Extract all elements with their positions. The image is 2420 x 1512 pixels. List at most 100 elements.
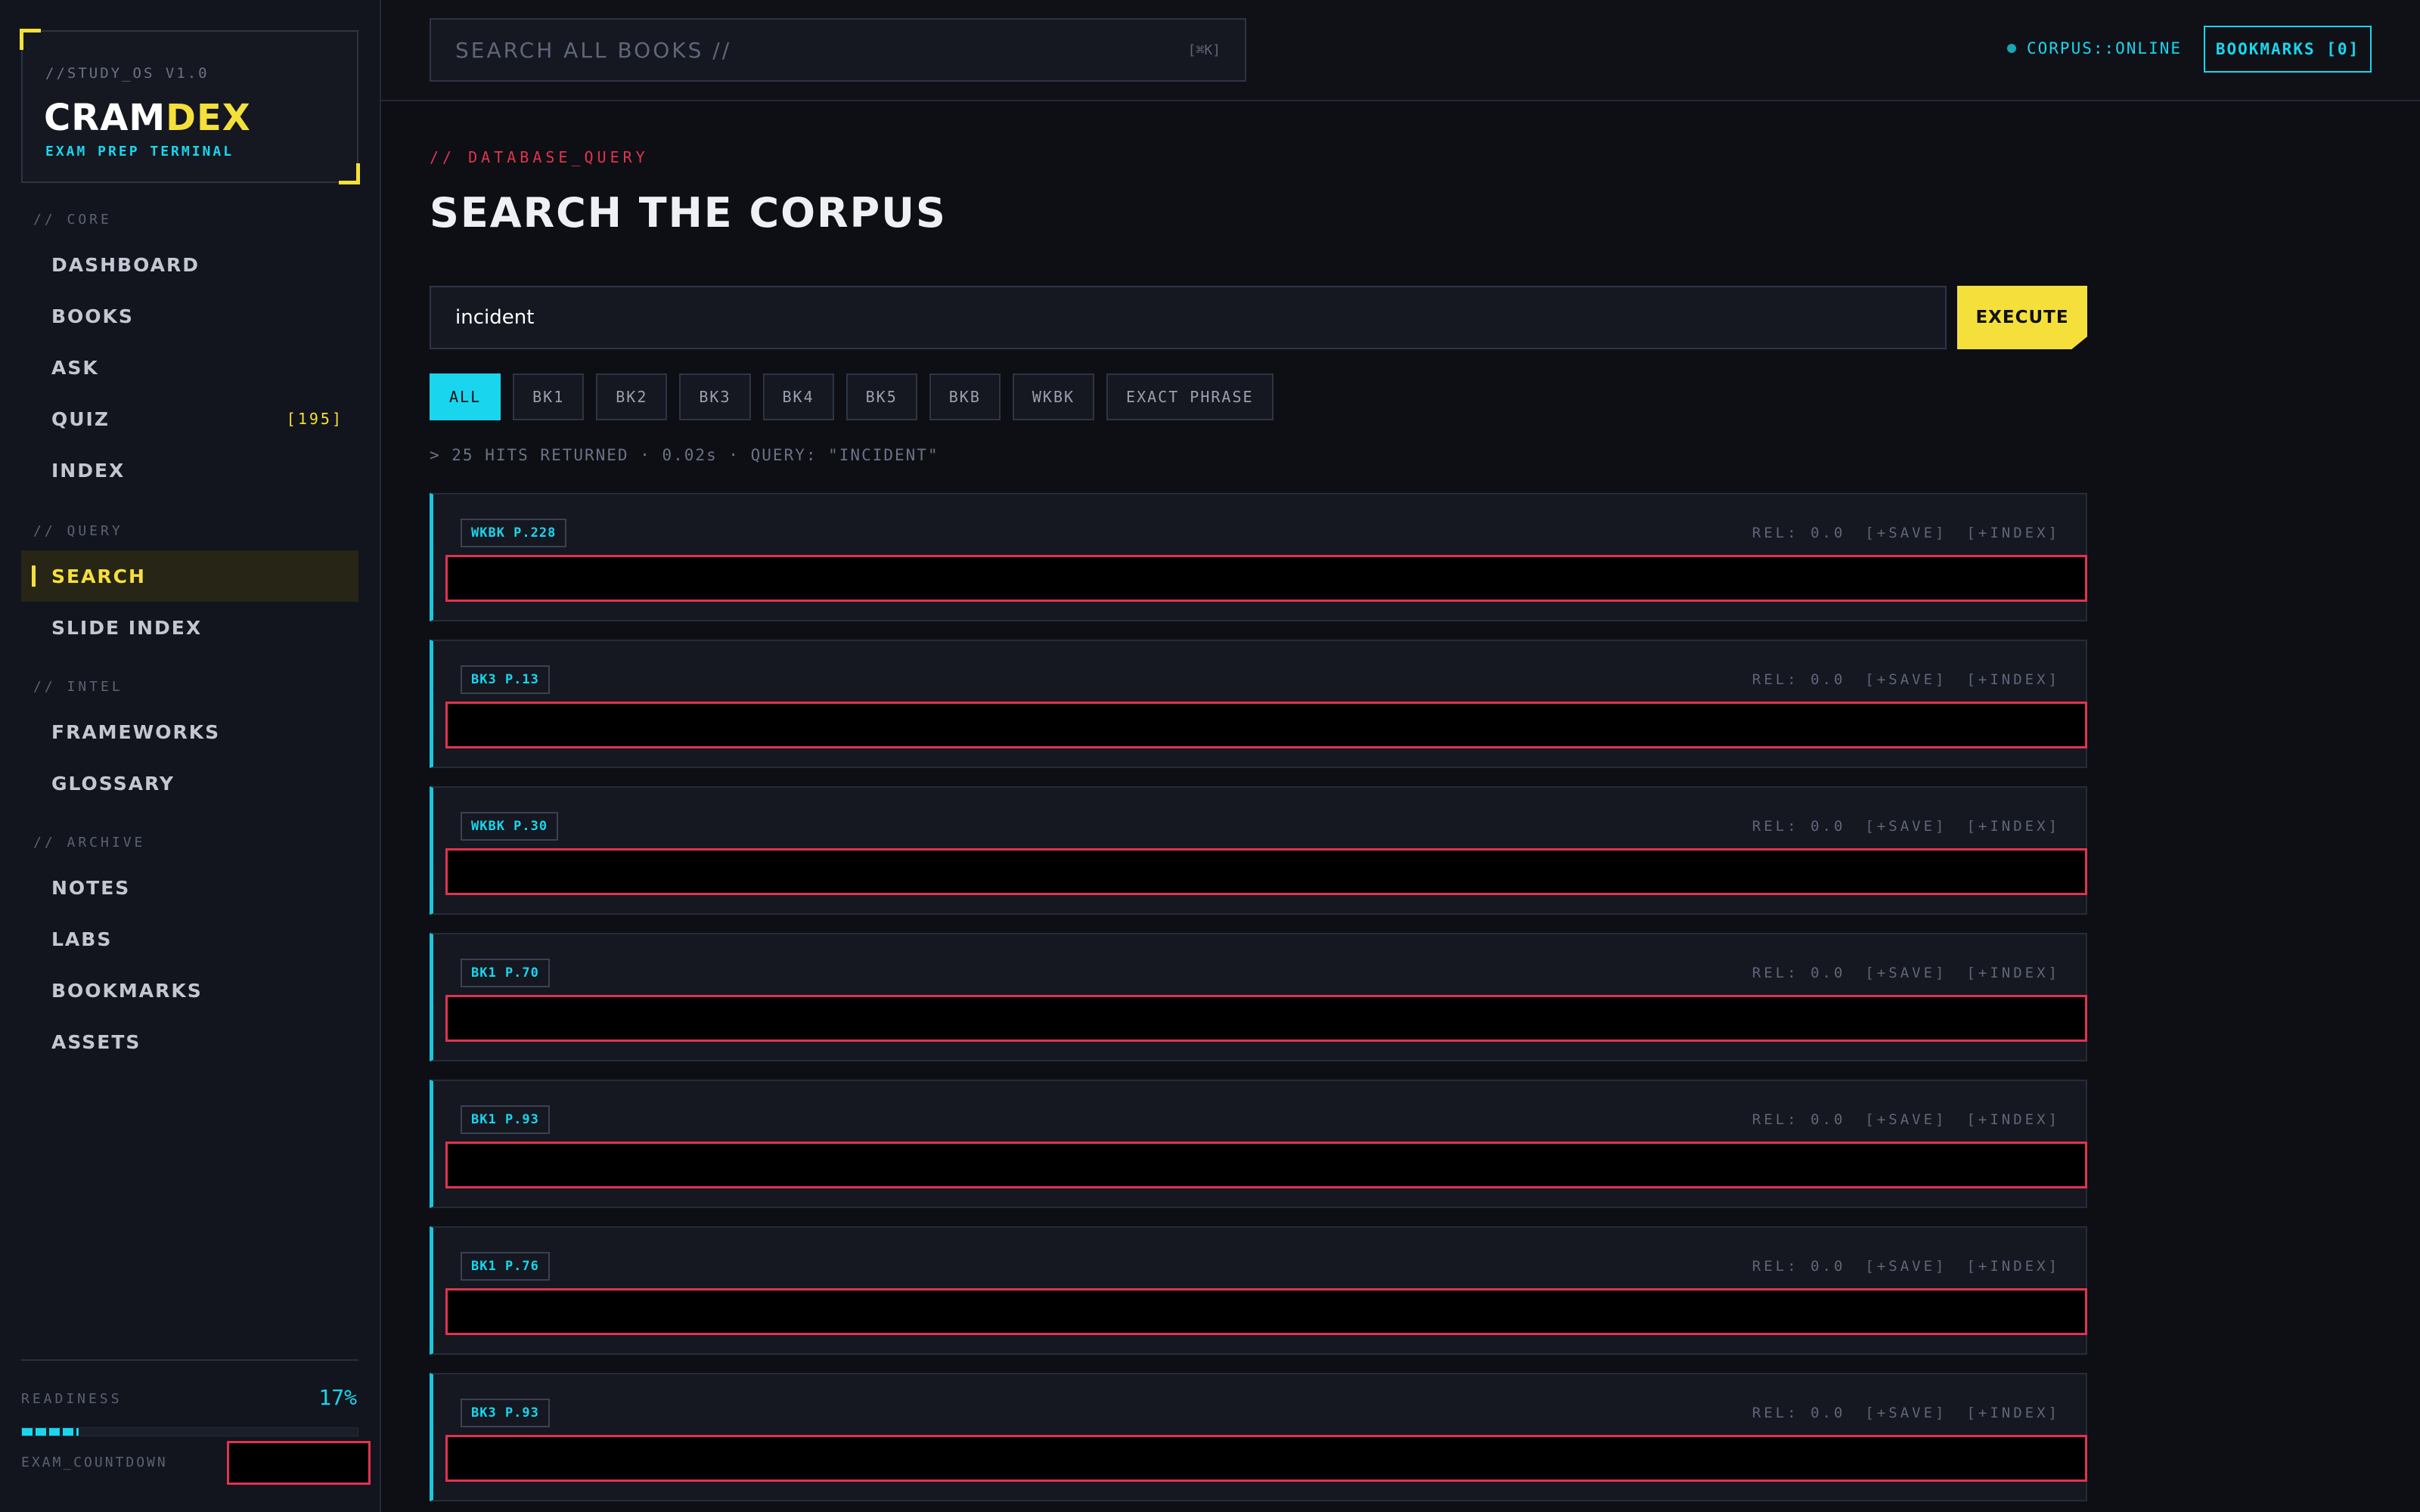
sidebar-item-quiz[interactable]: QUIZ [195] xyxy=(21,393,358,445)
readiness-progress-bar xyxy=(21,1427,358,1436)
index-result-button[interactable]: [+INDEX] xyxy=(1966,965,2060,981)
nav-section-core: // CORE xyxy=(33,212,112,228)
sidebar-item-label: INDEX xyxy=(51,459,126,482)
result-snippet-redacted xyxy=(445,1142,2087,1188)
result-snippet-redacted xyxy=(445,1288,2087,1335)
result-source-tag[interactable]: BK3 P.13 xyxy=(461,665,550,694)
sidebar-item-label: ASSETS xyxy=(51,1030,141,1053)
save-result-button[interactable]: [+SAVE] xyxy=(1865,818,1947,835)
nav-section-archive: // ARCHIVE xyxy=(33,835,146,850)
query-input[interactable]: incident xyxy=(430,286,1947,349)
sidebar: //STUDY_OS V1.0 CRAMDEX EXAM PREP TERMIN… xyxy=(0,0,381,1512)
nav-section-query: // QUERY xyxy=(33,523,123,539)
result-actions: REL: 0.0 [+SAVE] [+INDEX] xyxy=(1752,671,2060,688)
sidebar-item-label: LABS xyxy=(51,928,113,950)
result-relevance: REL: 0.0 xyxy=(1751,1405,1846,1421)
readiness-value: 17% xyxy=(318,1385,357,1410)
result-source-tag[interactable]: BK1 P.70 xyxy=(461,959,550,987)
sidebar-item-ask[interactable]: ASK xyxy=(21,342,358,393)
bookmarks-button[interactable]: BOOKMARKS [0] xyxy=(2204,26,2372,73)
execute-button[interactable]: EXECUTE xyxy=(1957,286,2087,349)
filter-all[interactable]: ALL xyxy=(430,373,501,420)
save-result-button[interactable]: [+SAVE] xyxy=(1865,1258,1947,1275)
sidebar-item-label: DASHBOARD xyxy=(51,253,200,276)
sidebar-item-label: ASK xyxy=(51,356,99,379)
result-card[interactable]: WKBK P.228 REL: 0.0 [+SAVE] [+INDEX] xyxy=(430,493,2087,621)
sidebar-item-label: BOOKMARKS xyxy=(51,979,203,1002)
result-card[interactable]: BK3 P.13 REL: 0.0 [+SAVE] [+INDEX] xyxy=(430,640,2087,768)
save-result-button[interactable]: [+SAVE] xyxy=(1865,671,1947,688)
save-result-button[interactable]: [+SAVE] xyxy=(1865,1111,1947,1128)
index-result-button[interactable]: [+INDEX] xyxy=(1966,671,2060,688)
app-subtitle: EXAM PREP TERMINAL xyxy=(45,144,234,160)
sidebar-item-labs[interactable]: LABS xyxy=(21,913,358,965)
hits-summary: > 25 HITS RETURNED · 0.02s · QUERY: "INC… xyxy=(430,446,939,464)
page-title: SEARCH THE CORPUS xyxy=(430,189,947,237)
filter-bk3[interactable]: BK3 xyxy=(679,373,751,420)
sidebar-item-index[interactable]: INDEX xyxy=(21,445,358,496)
quiz-count-badge: [195] xyxy=(286,410,343,428)
result-snippet-redacted xyxy=(445,848,2087,895)
readiness-progress-fill xyxy=(22,1428,79,1436)
sidebar-item-bookmarks[interactable]: BOOKMARKS xyxy=(21,965,358,1016)
global-search-input[interactable]: SEARCH ALL BOOKS // [⌘K] xyxy=(430,18,1246,82)
nav-section-intel: // INTEL xyxy=(33,679,123,695)
sidebar-item-dashboard[interactable]: DASHBOARD xyxy=(21,239,358,290)
result-card[interactable]: BK1 P.93 REL: 0.0 [+SAVE] [+INDEX] xyxy=(430,1080,2087,1208)
sidebar-item-books[interactable]: BOOKS xyxy=(21,290,358,342)
filter-bk2[interactable]: BK2 xyxy=(596,373,668,420)
filter-bk4[interactable]: BK4 xyxy=(762,373,834,420)
result-snippet-redacted xyxy=(445,702,2087,748)
result-card[interactable]: BK3 P.93 REL: 0.0 [+SAVE] [+INDEX] xyxy=(430,1373,2087,1501)
index-result-button[interactable]: [+INDEX] xyxy=(1966,525,2060,541)
sidebar-item-label: SLIDE INDEX xyxy=(51,616,203,639)
result-card[interactable]: BK1 P.70 REL: 0.0 [+SAVE] [+INDEX] xyxy=(430,933,2087,1061)
app-version: //STUDY_OS V1.0 xyxy=(45,65,209,82)
logo-block[interactable]: //STUDY_OS V1.0 CRAMDEX EXAM PREP TERMIN… xyxy=(20,29,360,184)
sidebar-item-search[interactable]: SEARCH xyxy=(21,550,358,602)
filter-bk1[interactable]: BK1 xyxy=(513,373,585,420)
result-card[interactable]: BK1 P.76 REL: 0.0 [+SAVE] [+INDEX] xyxy=(430,1226,2087,1355)
result-relevance: REL: 0.0 xyxy=(1751,965,1846,981)
result-actions: REL: 0.0 [+SAVE] [+INDEX] xyxy=(1752,1258,2060,1275)
result-actions: REL: 0.0 [+SAVE] [+INDEX] xyxy=(1752,525,2060,541)
status-dot-icon xyxy=(2007,44,2016,53)
logo-corner-top-left xyxy=(20,29,41,50)
result-relevance: REL: 0.0 xyxy=(1751,818,1846,835)
exam-countdown-label: EXAM_COUNTDOWN xyxy=(21,1455,168,1470)
sidebar-item-slide-index[interactable]: SLIDE INDEX xyxy=(21,602,358,653)
filter-bk5[interactable]: BK5 xyxy=(845,373,917,420)
index-result-button[interactable]: [+INDEX] xyxy=(1966,818,2060,835)
save-result-button[interactable]: [+SAVE] xyxy=(1865,1405,1947,1421)
filter-chips: ALL BK1 BK2 BK3 BK4 BK5 BKB WKBK EXACT P… xyxy=(430,373,1274,420)
save-result-button[interactable]: [+SAVE] xyxy=(1865,965,1947,981)
sidebar-item-glossary[interactable]: GLOSSARY xyxy=(21,758,358,809)
corpus-status: CORPUS::ONLINE xyxy=(2007,39,2182,57)
sidebar-item-label: SEARCH xyxy=(51,565,146,587)
sidebar-divider xyxy=(21,1359,358,1361)
save-result-button[interactable]: [+SAVE] xyxy=(1865,525,1947,541)
result-source-tag[interactable]: WKBK P.228 xyxy=(461,519,567,547)
result-card[interactable]: WKBK P.30 REL: 0.0 [+SAVE] [+INDEX] xyxy=(430,786,2087,915)
filter-bkb[interactable]: BKB xyxy=(929,373,1001,420)
index-result-button[interactable]: [+INDEX] xyxy=(1966,1258,2060,1275)
app-title-part1: CRAM xyxy=(44,97,166,139)
index-result-button[interactable]: [+INDEX] xyxy=(1966,1405,2060,1421)
page-eyebrow: // DATABASE_QUERY xyxy=(430,148,649,166)
result-source-tag[interactable]: BK1 P.93 xyxy=(461,1105,550,1134)
corpus-status-text: CORPUS::ONLINE xyxy=(2027,39,2183,57)
topbar: SEARCH ALL BOOKS // [⌘K] CORPUS::ONLINE … xyxy=(381,0,2420,101)
sidebar-item-assets[interactable]: ASSETS xyxy=(21,1016,358,1067)
sidebar-item-label: QUIZ xyxy=(51,407,110,430)
result-snippet-redacted xyxy=(445,555,2087,602)
result-snippet-redacted xyxy=(445,1435,2087,1482)
filter-exact-phrase[interactable]: EXACT PHRASE xyxy=(1106,373,1274,420)
filter-wkbk[interactable]: WKBK xyxy=(1012,373,1095,420)
result-source-tag[interactable]: BK3 P.93 xyxy=(461,1399,550,1427)
result-source-tag[interactable]: BK1 P.76 xyxy=(461,1252,550,1281)
sidebar-item-notes[interactable]: NOTES xyxy=(21,862,358,913)
index-result-button[interactable]: [+INDEX] xyxy=(1966,1111,2060,1128)
result-source-tag[interactable]: WKBK P.30 xyxy=(461,812,559,841)
sidebar-item-frameworks[interactable]: FRAMEWORKS xyxy=(21,706,358,758)
result-snippet-redacted xyxy=(445,995,2087,1042)
